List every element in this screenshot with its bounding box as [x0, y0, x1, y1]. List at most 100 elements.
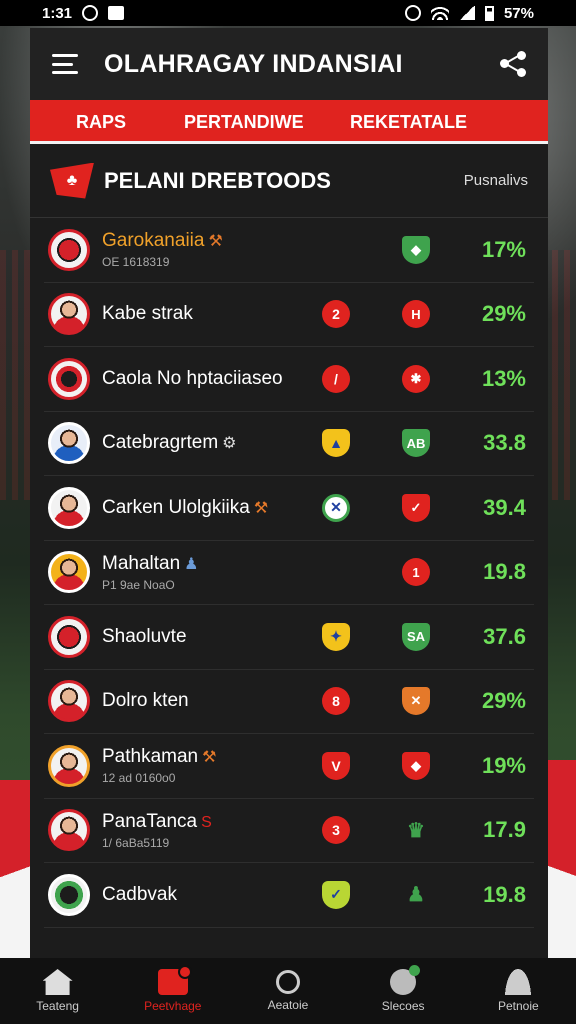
- battery-level: 57%: [503, 4, 534, 22]
- section-header: ♣ PELANI DREBTOODS Pusnalivs: [30, 144, 548, 218]
- extra-icon: ♟: [184, 555, 199, 573]
- nav-label: Peetvhage: [144, 999, 202, 1013]
- tab-bar: RAPS PERTANDIWE REKETATALE: [30, 100, 548, 144]
- nav-label: Petnoie: [497, 999, 539, 1013]
- team-badge-icon: ✱: [402, 364, 430, 393]
- player-avatar: [48, 744, 90, 787]
- row-percentage: 37.6: [483, 623, 526, 649]
- bottom-navigation: Teateng Peetvhage Aeatoie Slecoes Petnoi…: [0, 958, 576, 1024]
- team-emblem-avatar: [48, 615, 90, 658]
- player-name: Mahaltan: [102, 552, 181, 574]
- app-bar: OLAHRAGAY INDANSIAI: [30, 28, 548, 100]
- tab-raps[interactable]: RAPS: [76, 112, 126, 133]
- nav-label: Aeatoie: [267, 998, 309, 1012]
- number-badge: 1: [402, 558, 430, 587]
- player-list: Garokanaiia ⚒ OE 1618319 ◆ 17% Kabe strak…: [30, 218, 548, 928]
- team-emblem-avatar: [48, 357, 90, 400]
- player-name: Dolro kten: [102, 690, 189, 712]
- list-item[interactable]: Garokanaiia ⚒ OE 1618319 ◆ 17%: [44, 218, 534, 283]
- app-notification-icon: [108, 6, 125, 20]
- ball-icon: [390, 965, 421, 995]
- team-badge-icon: SA: [402, 622, 430, 651]
- player-name: Carken Ulolgkiika: [102, 496, 250, 518]
- list-item[interactable]: PanaTanca S 1/ 6aBa5119 3 ♛ 17.9: [44, 799, 534, 863]
- search-icon: [275, 970, 300, 994]
- nav-scores[interactable]: Slecoes: [353, 965, 453, 1013]
- team-badge-icon: ◆: [402, 235, 430, 264]
- player-avatar: [48, 422, 90, 465]
- battery-icon: [484, 5, 494, 21]
- player-subtitle: P1 9ae NoaO: [102, 577, 175, 592]
- row-percentage: 17.9: [483, 817, 526, 843]
- player-avatar: [48, 680, 90, 723]
- list-item[interactable]: Kabe strak 2 H 29%: [44, 283, 534, 347]
- number-badge: /: [322, 364, 350, 393]
- extra-icon: ⚙: [222, 435, 237, 453]
- row-percentage: 39.4: [483, 494, 526, 520]
- list-item[interactable]: Cadbvak ✓ ♟ 19.8: [44, 863, 534, 928]
- player-subtitle: OE 1618319: [102, 255, 170, 270]
- nav-home[interactable]: Teateng: [8, 969, 108, 1013]
- row-percentage: 17%: [481, 236, 526, 262]
- player-subtitle: 12 ad 0160o0: [102, 771, 176, 786]
- list-item[interactable]: Dolro kten 8 ✕ 29%: [44, 670, 534, 734]
- section-title: PELANI DREBTOODS: [104, 167, 331, 193]
- player-name: Catebragrtem: [102, 432, 219, 454]
- team-emblem-avatar: [48, 228, 90, 271]
- row-percentage: 29%: [481, 688, 526, 714]
- user-icon: [505, 969, 532, 995]
- menu-icon[interactable]: [52, 54, 78, 74]
- wifi-icon: [430, 6, 449, 20]
- list-item[interactable]: Catebragrtem ⚙ ▲ AB 33.8: [44, 412, 534, 476]
- nav-label: Slecoes: [381, 999, 425, 1013]
- nav-profile[interactable]: Petnoie: [468, 969, 568, 1013]
- row-percentage: 29%: [481, 301, 526, 327]
- team-badge-icon: ◆: [402, 751, 430, 780]
- status-time: 1:31: [42, 4, 73, 22]
- player-avatar: [48, 293, 90, 336]
- list-item[interactable]: Pathkaman ⚒ 12 ad 0160o0 V ◆ 19%: [44, 734, 534, 799]
- team-crest-icon: ✕: [322, 493, 350, 522]
- player-avatar: [48, 551, 90, 594]
- player-subtitle: 1/ 6aBa5119: [102, 835, 170, 850]
- alarm-icon: [404, 5, 421, 21]
- nav-search[interactable]: Aeatoie: [238, 970, 338, 1012]
- team-shield-icon: ✦: [322, 622, 350, 651]
- notification-icon: [82, 5, 99, 21]
- player-name: Cadbvak: [102, 883, 177, 905]
- tab-pertandiwe[interactable]: PERTANDIWE: [184, 112, 304, 133]
- app-panel: OLAHRAGAY INDANSIAI RAPS PERTANDIWE REKE…: [30, 28, 548, 958]
- signal-icon: [458, 6, 475, 20]
- team-badge-icon: ✕: [402, 687, 430, 716]
- team-badge-icon: AB: [402, 429, 430, 458]
- extra-icon: ⚒: [253, 499, 269, 517]
- team-shield-icon: ✓: [322, 880, 350, 909]
- calendar-icon: [157, 965, 192, 995]
- pawn-icon: ♟: [407, 884, 425, 907]
- row-percentage: 19.8: [483, 881, 526, 907]
- team-shield-icon: ▲: [322, 429, 350, 458]
- player-avatar: [48, 486, 90, 529]
- row-percentage: 19%: [481, 752, 526, 778]
- team-badge-icon: H: [402, 300, 430, 329]
- list-item[interactable]: Caola No hptaciiaseo / ✱ 13%: [44, 347, 534, 412]
- league-logo-icon: ♣: [50, 162, 94, 199]
- list-item[interactable]: Shaoluvte ✦ SA 37.6: [44, 605, 534, 670]
- nav-label: Teateng: [36, 999, 79, 1013]
- status-bar: 1:31 57%: [0, 0, 576, 26]
- list-item[interactable]: Mahaltan ♟ P1 9ae NoaO 1 19.8: [44, 541, 534, 605]
- extra-icon: ⚒: [202, 749, 217, 767]
- crown-icon: ♛: [407, 819, 425, 842]
- player-name: Kabe strak: [102, 303, 193, 325]
- player-name: PanaTanca: [102, 810, 198, 832]
- list-item[interactable]: Carken Ulolgkiika ⚒ ✕ ✓ 39.4: [44, 476, 534, 541]
- player-name: Garokanaiia: [102, 230, 205, 252]
- share-icon[interactable]: [500, 51, 526, 77]
- section-side-label[interactable]: Pusnalivs: [464, 172, 528, 189]
- tab-reketatale[interactable]: REKETATALE: [350, 112, 467, 133]
- team-shield-icon: V: [322, 751, 350, 780]
- extra-icon: ⚒: [208, 233, 223, 251]
- flag-decoration-right: [546, 760, 576, 960]
- player-name: Pathkaman: [102, 746, 199, 768]
- nav-schedule[interactable]: Peetvhage: [123, 965, 223, 1013]
